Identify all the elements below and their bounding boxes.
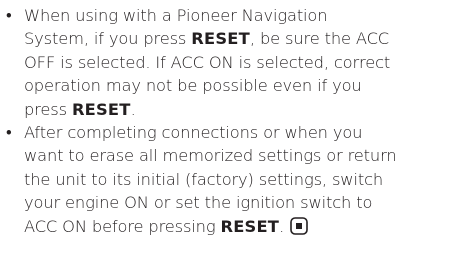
note-1-line-2-after: , be sure the ACC	[249, 29, 390, 49]
note-item-1: • When using with a Pioneer Navigation S…	[3, 4, 463, 121]
note-2-line-2: want to erase all memorized settings or …	[24, 146, 397, 166]
note-1-line-2: System, if you press RESET, be sure the …	[24, 27, 463, 50]
reset-key-label: RESET	[220, 216, 280, 236]
note-1-line-4: operation may not be possible even if yo…	[24, 76, 362, 96]
note-2-line-4: your engine ON or set the ignition switc…	[24, 193, 373, 213]
bullet-icon: •	[6, 6, 12, 25]
note-2-line-5-after: .	[279, 216, 285, 236]
note-item-2: • After completing connections or when y…	[3, 121, 463, 241]
note-1-line-5-text: press	[24, 99, 72, 119]
note-2-line-1: After completing connections or when you	[24, 123, 363, 143]
bullet-icon: •	[6, 123, 12, 143]
note-2-line-5-text: ACC ON before pressing	[24, 216, 221, 236]
note-2-line-5: ACC ON before pressing RESET.	[24, 215, 463, 241]
note-2-line-3: the unit to its initial (factory) settin…	[24, 169, 384, 189]
reset-key-label: RESET	[191, 29, 250, 49]
section-end-icon	[290, 216, 308, 241]
notes-list: • When using with a Pioneer Navigation S…	[3, 4, 463, 241]
note-1-line-3: OFF is selected. If ACC ON is selected, …	[24, 52, 391, 72]
note-1-line-1: When using with a Pioneer Navigation	[24, 6, 328, 25]
note-1-line-2-text: System, if you press	[24, 29, 192, 49]
note-1-line-5: press RESET.	[24, 98, 463, 121]
note-1-line-5-after: .	[130, 99, 136, 119]
reset-key-label: RESET	[71, 99, 131, 119]
